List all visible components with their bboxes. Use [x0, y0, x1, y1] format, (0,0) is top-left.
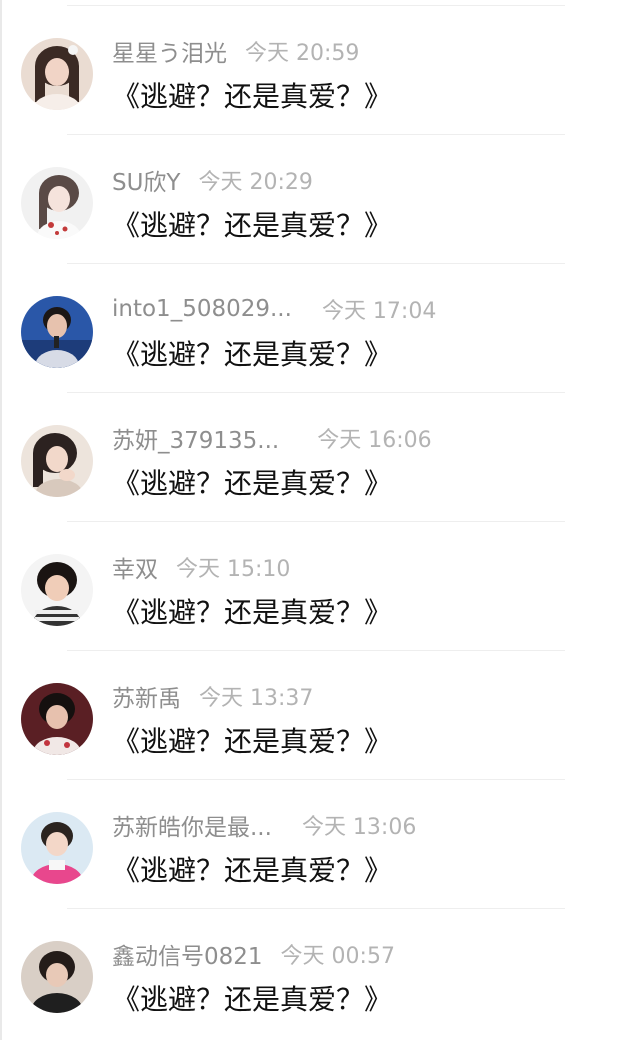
timestamp: 今天 17:04 [321, 299, 437, 324]
avatar-photo [21, 941, 93, 1013]
avatar-photo [21, 425, 93, 497]
username[interactable]: 幸双 [112, 550, 158, 584]
comment-item[interactable]: into1_508029... 今天 17:04 《逃避？还是真爱？》 [0, 263, 640, 392]
avatar[interactable] [21, 941, 93, 1013]
comment-item[interactable]: 苏妍_379135... 今天 16:06 《逃避？还是真爱？》 [0, 392, 640, 521]
comment-text: 《逃避？还是真爱？》 [112, 983, 393, 1016]
avatar-photo [21, 167, 93, 239]
avatar-photo [21, 554, 93, 626]
timestamp: 今天 16:06 [317, 428, 432, 453]
avatar-photo [21, 296, 93, 368]
comment-meta: into1_508029... 今天 17:04 [112, 293, 436, 325]
comment-meta: 苏新禹 今天 13:37 [112, 680, 313, 712]
username[interactable]: 鑫动信号0821 [112, 937, 263, 971]
avatar[interactable] [21, 683, 93, 755]
avatar[interactable] [21, 554, 93, 626]
username[interactable]: 苏妍_379135... [112, 421, 279, 455]
comment-text: 《逃避？还是真爱？》 [112, 854, 393, 887]
timestamp: 今天 20:29 [198, 170, 313, 195]
comment-meta: 苏新皓你是最... 今天 13:06 [112, 809, 416, 841]
username[interactable]: 苏新禹 [112, 679, 181, 713]
comment-text: 《逃避？还是真爱？》 [112, 596, 393, 629]
comment-meta: 星星う泪光 今天 20:59 [112, 35, 359, 67]
comment-item[interactable]: 幸双 今天 15:10 《逃避？还是真爱？》 [0, 521, 640, 650]
comment-meta: 苏妍_379135... 今天 16:06 [112, 422, 432, 454]
comment-item[interactable]: 苏新皓你是最... 今天 13:06 《逃避？还是真爱？》 [0, 779, 640, 908]
comment-item[interactable]: SU欣Y 今天 20:29 《逃避？还是真爱？》 [0, 134, 640, 263]
comment-list: 星星う泪光 今天 20:59 《逃避？还是真爱？》 SU欣Y 今天 20:29 … [0, 0, 640, 1040]
comment-meta: 鑫动信号0821 今天 00:57 [112, 938, 395, 970]
avatar-photo [21, 683, 93, 755]
avatar[interactable] [21, 296, 93, 368]
avatar-photo [21, 38, 93, 110]
comment-text: 《逃避？还是真爱？》 [112, 467, 393, 500]
avatar[interactable] [21, 38, 93, 110]
comment-text: 《逃避？还是真爱？》 [112, 338, 393, 371]
timestamp: 今天 15:10 [176, 557, 291, 582]
avatar[interactable] [21, 425, 93, 497]
comment-meta: 幸双 今天 15:10 [112, 551, 290, 583]
timestamp: 今天 00:57 [280, 944, 395, 969]
timestamp: 今天 13:37 [199, 686, 314, 711]
comment-text: 《逃避？还是真爱？》 [112, 209, 393, 242]
comment-item[interactable]: 鑫动信号0821 今天 00:57 《逃避？还是真爱？》 [0, 908, 640, 1037]
avatar[interactable] [21, 167, 93, 239]
comment-text: 《逃避？还是真爱？》 [112, 725, 393, 758]
timestamp: 今天 13:06 [301, 815, 417, 840]
username[interactable]: 苏新皓你是最... [112, 808, 272, 842]
avatar[interactable] [21, 812, 93, 884]
username[interactable]: SU欣Y [112, 163, 180, 197]
comment-meta: SU欣Y 今天 20:29 [112, 164, 313, 196]
comment-item[interactable]: 星星う泪光 今天 20:59 《逃避？还是真爱？》 [0, 5, 640, 134]
timestamp: 今天 20:59 [245, 41, 360, 66]
username[interactable]: into1_508029... [112, 296, 292, 322]
username[interactable]: 星星う泪光 [112, 34, 227, 68]
comment-item[interactable]: 苏新禹 今天 13:37 《逃避？还是真爱？》 [0, 650, 640, 779]
avatar-photo [21, 812, 93, 884]
comment-text: 《逃避？还是真爱？》 [112, 80, 393, 113]
